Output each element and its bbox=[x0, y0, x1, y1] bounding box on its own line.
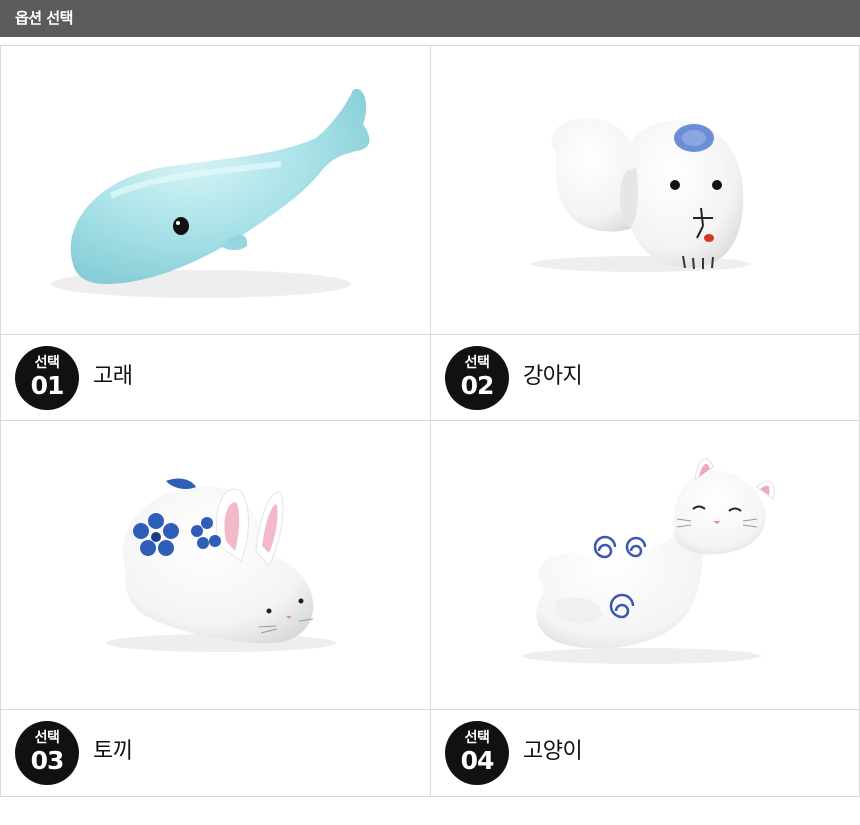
option-grid: 선택 01 고래 선택 02 강아지 선택 03 토끼 선택 04 고양이 bbox=[0, 45, 860, 797]
badge-word: 선택 bbox=[464, 355, 490, 371]
option-caption-04: 선택 04 고양이 bbox=[431, 709, 859, 795]
badge-number: 03 bbox=[30, 746, 65, 775]
option-image-01 bbox=[1, 46, 430, 335]
whale-figurine-image bbox=[51, 88, 370, 298]
header-title: 옵션 선택 bbox=[15, 9, 73, 27]
badge-number: 02 bbox=[460, 371, 495, 400]
option-image-04 bbox=[431, 421, 859, 710]
option-card-03[interactable]: 선택 03 토끼 bbox=[0, 420, 431, 797]
option-card-01[interactable]: 선택 01 고래 bbox=[0, 45, 431, 421]
badge-word: 선택 bbox=[34, 730, 60, 746]
option-card-04[interactable]: 선택 04 고양이 bbox=[430, 420, 860, 797]
rabbit-figurine-image bbox=[106, 478, 336, 652]
option-badge-02: 선택 02 bbox=[445, 346, 509, 410]
badge-word: 선택 bbox=[464, 730, 490, 746]
badge-word: 선택 bbox=[34, 355, 60, 371]
option-card-02[interactable]: 선택 02 강아지 bbox=[430, 45, 860, 421]
option-image-02 bbox=[431, 46, 859, 335]
badge-number: 01 bbox=[30, 371, 65, 400]
option-caption-03: 선택 03 토끼 bbox=[1, 709, 430, 795]
option-name: 고래 bbox=[93, 364, 133, 389]
cat-figurine-image bbox=[521, 458, 775, 664]
option-caption-01: 선택 01 고래 bbox=[1, 334, 430, 420]
option-name: 토끼 bbox=[93, 739, 133, 764]
option-badge-03: 선택 03 bbox=[15, 721, 79, 785]
badge-number: 04 bbox=[460, 746, 495, 775]
option-caption-02: 선택 02 강아지 bbox=[431, 334, 859, 420]
option-badge-04: 선택 04 bbox=[445, 721, 509, 785]
option-name: 강아지 bbox=[523, 364, 583, 389]
option-name: 고양이 bbox=[523, 739, 583, 764]
option-header: 옵션 선택 bbox=[0, 0, 860, 37]
option-badge-01: 선택 01 bbox=[15, 346, 79, 410]
dog-figurine-image bbox=[531, 117, 751, 272]
option-image-03 bbox=[1, 421, 430, 710]
